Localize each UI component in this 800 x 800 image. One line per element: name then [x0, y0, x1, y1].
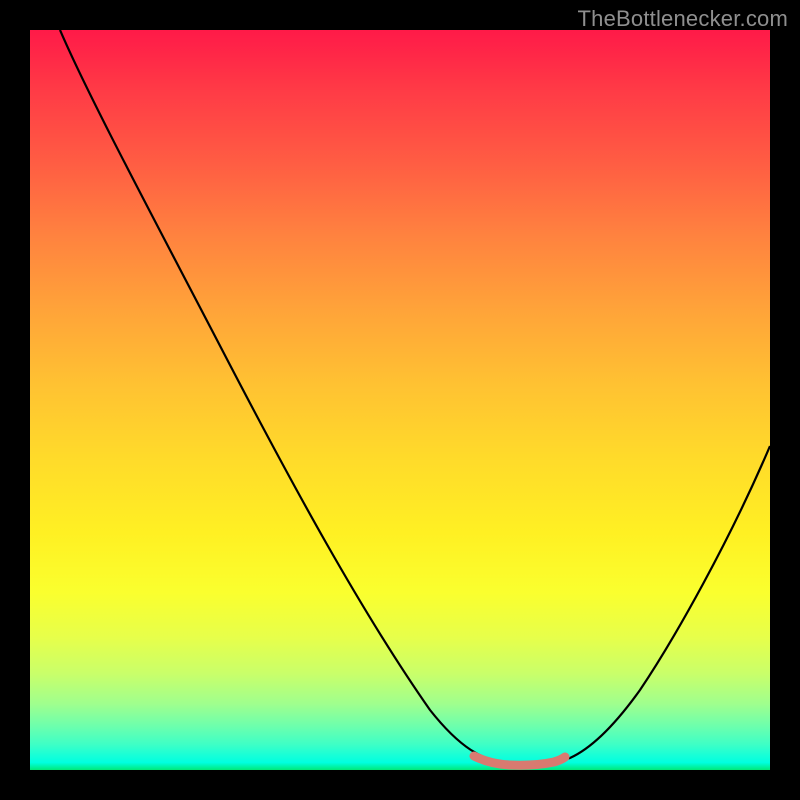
- optimal-range-marker: [474, 756, 565, 765]
- bottleneck-curve: [60, 30, 770, 766]
- plot-area: [30, 30, 770, 770]
- chart-container: TheBottlenecker.com: [0, 0, 800, 800]
- watermark-text: TheBottlenecker.com: [578, 6, 788, 32]
- curve-svg: [30, 30, 770, 770]
